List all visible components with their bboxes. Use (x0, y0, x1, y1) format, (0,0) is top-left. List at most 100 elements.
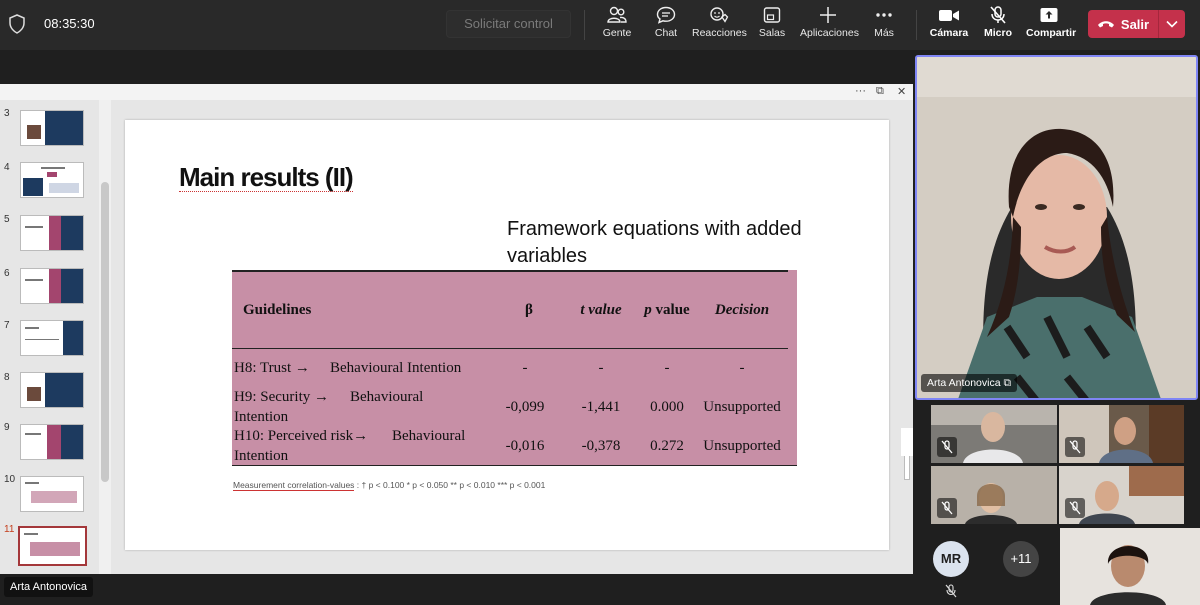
slide-canvas: Main results (II) Framework equations wi… (125, 120, 889, 550)
presenter-name-tag: Arta Antonovica (4, 577, 94, 597)
apps-button[interactable]: Aplicaciones (800, 6, 859, 46)
leave-options-button[interactable] (1159, 10, 1185, 38)
slide-number: 4 (4, 162, 10, 173)
people-icon (607, 6, 627, 23)
avatar-mic-off-icon (945, 584, 957, 598)
rooms-label: Salas (758, 27, 786, 39)
participant-video[interactable] (1059, 466, 1184, 524)
row-h10-p: 0.272 (650, 438, 684, 454)
slide-thumbnail-4[interactable] (20, 162, 84, 198)
meeting-toolbar: 08:35:30 Solicitar control Gente Chat Re… (0, 0, 1200, 50)
request-control-button[interactable]: Solicitar control (446, 10, 571, 38)
row-h10-guideline-b: Behavioural (392, 428, 466, 444)
row-h9-decision: Unsupported (703, 399, 781, 415)
participant-video[interactable] (931, 405, 1057, 463)
row-h8-t: - (598, 360, 604, 376)
slide-thumbnail-7[interactable] (20, 320, 84, 356)
more-button[interactable]: Más (868, 6, 900, 46)
participant-video[interactable] (931, 466, 1057, 524)
toolbar-divider (916, 10, 917, 40)
header-p-value: p value (644, 302, 690, 318)
people-button[interactable]: Gente (596, 6, 638, 46)
footnote-link: Measurement correlation-values (233, 480, 355, 491)
rooms-icon (763, 7, 781, 23)
row-h10-guideline-c: Intention (234, 448, 289, 464)
camera-icon (939, 10, 959, 21)
meeting-timer: 08:35:30 (44, 16, 95, 31)
slide-number: 5 (4, 214, 10, 225)
camera-button[interactable]: Cámara (929, 6, 969, 46)
toolbar-divider (584, 10, 585, 40)
participant-avatar[interactable]: MR (933, 541, 969, 577)
slide-number: 7 (4, 320, 10, 331)
slide-number: 3 (4, 108, 10, 119)
footnote-legend: : † p < 0.100 * p < 0.050 ** p < 0.010 *… (354, 480, 546, 490)
people-label: Gente (602, 27, 632, 39)
participant-video-image (1060, 528, 1200, 605)
more-participants-button[interactable]: +11 (1003, 541, 1039, 577)
pane-restore-icon[interactable]: ⧉ (876, 85, 884, 98)
slide-number: 10 (4, 474, 16, 485)
rooms-button[interactable]: Salas (756, 6, 788, 46)
pane-title-bar: ··· ⧉ ✕ (0, 84, 913, 100)
more-icon (876, 13, 892, 17)
panel-toggle-button[interactable] (901, 428, 913, 456)
participant-video[interactable] (1060, 528, 1200, 605)
mic-label: Micro (983, 27, 1012, 39)
table-rule (232, 348, 788, 349)
participant-mic-off-icon (937, 437, 957, 457)
slide-thumbnail-11-active[interactable] (18, 526, 87, 566)
thumbnail-scrollbar[interactable] (99, 100, 111, 574)
slide-thumbnails: 3 4 5 6 7 8 9 10 11 (0, 100, 100, 574)
row-h9-guideline-c: Intention (234, 409, 289, 425)
row-h8-p: - (664, 360, 670, 376)
row-h8-guideline-a: H8: Trust → (234, 360, 310, 376)
leave-button-group: Salir (1088, 10, 1185, 38)
chat-label: Chat (654, 27, 678, 39)
slide-thumbnail-3[interactable] (20, 110, 84, 146)
share-footer (0, 574, 913, 605)
slide-thumbnail-9[interactable] (20, 424, 84, 460)
row-h10-t: -0,378 (581, 438, 621, 454)
more-label: Más (874, 27, 894, 39)
reactions-button[interactable]: Reacciones (692, 6, 747, 46)
pane-close-icon[interactable]: ✕ (897, 85, 906, 98)
participant-video[interactable] (1059, 405, 1184, 463)
slide-thumbnail-6[interactable] (20, 268, 84, 304)
share-icon (1040, 8, 1058, 22)
row-h9-p: 0.000 (650, 399, 684, 415)
reactions-icon (710, 7, 729, 23)
leave-label: Salir (1120, 16, 1150, 32)
speaker-name: Arta Antonovica (927, 377, 1001, 389)
slide-thumbnail-10[interactable] (20, 476, 84, 512)
slide-thumbnail-8[interactable] (20, 372, 84, 408)
slide-number: 9 (4, 422, 10, 433)
row-h8-guideline-b: Behavioural Intention (330, 360, 462, 376)
chevron-down-icon (1166, 20, 1178, 28)
scrollbar-thumb[interactable] (101, 182, 109, 482)
slide-number: 8 (4, 372, 10, 383)
row-h9-guideline-b: Behavioural (350, 389, 424, 405)
slide-subtitle: Framework equations with added variables (507, 218, 802, 267)
slide-scrollbar[interactable] (901, 100, 913, 574)
plus-icon (820, 7, 836, 23)
active-speaker-video[interactable]: Arta Antonovica ⧉ (915, 55, 1198, 400)
pane-more-icon[interactable]: ··· (855, 85, 866, 97)
mic-off-icon (990, 6, 1006, 24)
share-button[interactable]: Compartir (1026, 6, 1076, 46)
slide-number-active: 11 (4, 524, 15, 535)
slide-thumbnail-5[interactable] (20, 215, 84, 251)
shield-icon (9, 14, 25, 34)
table-rule (232, 465, 797, 466)
participant-mic-off-icon (1065, 437, 1085, 457)
participant-mic-off-icon (1065, 498, 1085, 518)
table-rule (232, 270, 788, 272)
row-h9-t: -1,441 (581, 399, 621, 415)
header-guidelines: Guidelines (243, 302, 312, 318)
chat-button[interactable]: Chat (648, 6, 684, 46)
mic-button[interactable]: Micro (982, 6, 1014, 46)
header-t-value: t value (580, 302, 622, 318)
row-h8-decision: - (739, 360, 745, 376)
leave-button[interactable]: Salir (1088, 10, 1158, 38)
shared-screen: ··· ⧉ ✕ 3 4 5 6 7 8 9 10 11 Main results… (0, 84, 913, 574)
